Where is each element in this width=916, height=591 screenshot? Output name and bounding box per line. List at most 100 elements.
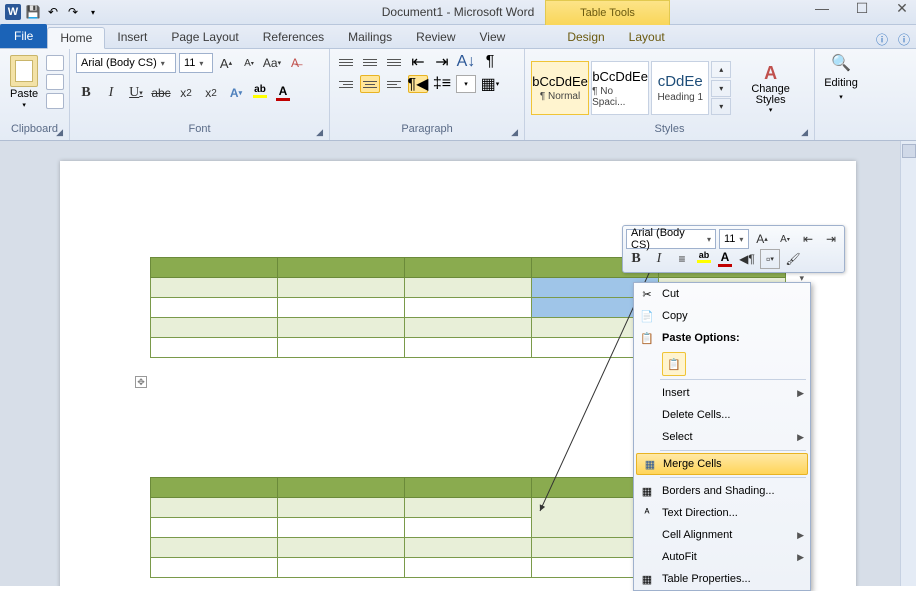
mini-indent-left-icon[interactable]: ◀¶	[737, 249, 757, 269]
italic-button[interactable]: I	[101, 83, 121, 103]
copy-icon[interactable]	[46, 74, 64, 90]
decrease-indent-icon[interactable]: ⇤	[408, 53, 428, 71]
multilevel-list-icon[interactable]	[384, 53, 404, 71]
clear-formatting-icon[interactable]: A̶	[285, 53, 305, 73]
mini-format-painter-icon[interactable]: 🖌	[783, 249, 803, 269]
tab-home[interactable]: Home	[47, 27, 105, 49]
line-spacing-icon[interactable]: ‡≡	[432, 75, 452, 93]
style-normal[interactable]: bCcDdEe ¶ Normal	[531, 61, 589, 115]
menu-cut[interactable]: ✂Cut	[634, 283, 810, 305]
mini-italic-button[interactable]: I	[649, 249, 669, 269]
ribbon: Paste ▾ Clipboard◢ Arial (Body CS)▾ 11▾ …	[0, 49, 916, 141]
menu-delete-cells[interactable]: Delete Cells...	[634, 404, 810, 426]
menu-cell-alignment[interactable]: Cell Alignment▶	[634, 524, 810, 546]
shading-icon[interactable]: ▾	[456, 75, 476, 93]
mini-size-combo[interactable]: 11▾	[719, 229, 749, 249]
paste-button[interactable]: Paste ▾	[6, 53, 42, 111]
styles-gallery-down-icon[interactable]: ▾	[711, 80, 731, 97]
qat-dropdown-icon[interactable]: ▾	[84, 3, 102, 21]
menu-copy[interactable]: 📄Copy	[634, 305, 810, 327]
format-painter-icon[interactable]	[46, 93, 64, 109]
tab-page-layout[interactable]: Page Layout	[159, 26, 250, 48]
mini-increase-indent-icon[interactable]: ⇥	[821, 229, 841, 249]
tab-layout[interactable]: Layout	[617, 26, 677, 48]
tab-mailings[interactable]: Mailings	[336, 26, 404, 48]
close-button[interactable]: ✕	[892, 0, 912, 17]
menu-merge-cells[interactable]: ▦Merge Cells	[636, 453, 808, 475]
mini-align-icon[interactable]: ≡	[672, 249, 692, 269]
mini-shading-icon[interactable]: ▫▾	[760, 249, 780, 269]
tab-review[interactable]: Review	[404, 26, 467, 48]
ribbon-minimize-icon[interactable]: ⓘ	[876, 31, 888, 48]
tab-insert[interactable]: Insert	[105, 26, 159, 48]
styles-gallery-up-icon[interactable]: ▴	[711, 61, 731, 78]
sort-icon[interactable]: A↓	[456, 53, 476, 71]
mini-shrink-font-icon[interactable]: A▾	[775, 229, 795, 249]
font-family-combo[interactable]: Arial (Body CS)▾	[76, 53, 176, 73]
group-editing: 🔍 Editing ▾	[815, 49, 867, 140]
menu-table-properties[interactable]: ▦Table Properties...	[634, 568, 810, 590]
style-heading1[interactable]: cDdEe Heading 1	[651, 61, 709, 115]
styles-gallery-more-icon[interactable]: ▾	[711, 98, 731, 115]
align-center-icon[interactable]	[360, 75, 380, 93]
tab-design[interactable]: Design	[555, 26, 616, 48]
strikethrough-button[interactable]: abc	[151, 83, 171, 103]
align-left-icon[interactable]	[384, 75, 404, 93]
paste-keep-source-icon[interactable]: 📋	[662, 352, 686, 376]
mini-font-color-icon[interactable]: A	[716, 250, 734, 268]
submenu-arrow-icon: ▶	[797, 552, 804, 563]
superscript-button[interactable]: x2	[201, 83, 221, 103]
menu-insert[interactable]: Insert▶	[634, 382, 810, 404]
group-label-paragraph: Paragraph◢	[336, 123, 518, 138]
tab-view[interactable]: View	[468, 26, 518, 48]
style-no-spacing[interactable]: bCcDdEe ¶ No Spaci...	[591, 61, 649, 115]
save-icon[interactable]: 💾	[24, 3, 42, 21]
font-color-icon[interactable]: A	[274, 84, 292, 102]
numbering-icon[interactable]	[360, 53, 380, 71]
change-styles-button[interactable]: A Change Styles ▾	[733, 63, 808, 114]
change-case-icon[interactable]: Aa▾	[262, 53, 282, 73]
bold-button[interactable]: B	[76, 83, 96, 103]
menu-text-direction[interactable]: ᴬText Direction...	[634, 502, 810, 524]
borders-icon: ▦	[638, 482, 656, 500]
cut-icon[interactable]	[46, 55, 64, 71]
font-size-combo[interactable]: 11▾	[179, 53, 213, 73]
table-move-handle-icon[interactable]: ✥	[135, 376, 147, 388]
maximize-button[interactable]: ☐	[852, 0, 872, 17]
undo-icon[interactable]: ↶	[44, 3, 62, 21]
paste-icon	[10, 55, 38, 87]
redo-icon[interactable]: ↷	[64, 3, 82, 21]
show-marks-icon[interactable]: ¶	[480, 53, 500, 71]
mini-decrease-indent-icon[interactable]: ⇤	[798, 229, 818, 249]
table-tools-contextual-tab: Table Tools	[545, 0, 670, 25]
merge-cells-icon: ▦	[641, 455, 659, 473]
menu-autofit[interactable]: AutoFit▶	[634, 546, 810, 568]
ruler-toggle-icon[interactable]	[902, 144, 916, 158]
submenu-arrow-icon: ▶	[797, 432, 804, 443]
mini-font-combo[interactable]: Arial (Body CS)▾	[626, 229, 716, 249]
highlight-color-icon[interactable]: ab	[251, 84, 269, 102]
help-icon[interactable]: ⓘ	[898, 31, 910, 48]
tab-references[interactable]: References	[251, 26, 336, 48]
borders-icon[interactable]: ▦▾	[480, 75, 500, 93]
mini-grow-font-icon[interactable]: A▴	[752, 229, 772, 249]
underline-button[interactable]: U▾	[126, 83, 146, 103]
increase-indent-icon[interactable]: ⇥	[432, 53, 452, 71]
group-label-font: Font◢	[76, 123, 323, 138]
minimize-button[interactable]: —	[812, 0, 832, 17]
mini-highlight-icon[interactable]: ab	[695, 250, 713, 268]
subscript-button[interactable]: x2	[176, 83, 196, 103]
menu-select[interactable]: Select▶	[634, 426, 810, 448]
align-right-icon[interactable]	[336, 75, 356, 93]
menu-borders-shading[interactable]: ▦Borders and Shading...	[634, 480, 810, 502]
tab-file[interactable]: File	[0, 24, 47, 48]
shrink-font-icon[interactable]: A▾	[239, 53, 259, 73]
editing-button[interactable]: 🔍 Editing ▾	[821, 53, 861, 123]
mini-bold-button[interactable]: B	[626, 249, 646, 269]
group-label-styles: Styles◢	[531, 123, 808, 138]
text-effects-icon[interactable]: A▾	[226, 83, 246, 103]
grow-font-icon[interactable]: A▴	[216, 53, 236, 73]
submenu-arrow-icon: ▶	[797, 530, 804, 541]
bullets-icon[interactable]	[336, 53, 356, 71]
justify-icon[interactable]: ¶◀	[408, 75, 428, 93]
